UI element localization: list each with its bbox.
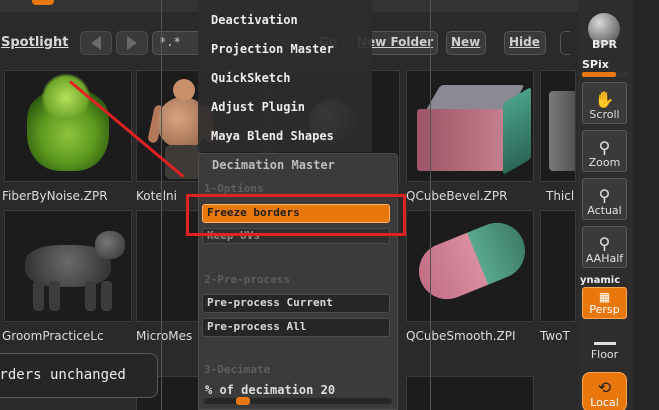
decimation-master-title[interactable]: Decimation Master [212, 158, 335, 172]
grid-icon: ▦ [598, 290, 611, 304]
decimation-slider-label: % of decimation 20 [205, 383, 336, 397]
cube-thumbnail [415, 85, 531, 177]
file-label: Thicl [546, 189, 575, 203]
spotlight-button[interactable]: Spotlight [1, 35, 69, 50]
file-tile[interactable] [406, 376, 534, 410]
dog-thumbnail [11, 231, 129, 315]
shelf-scrollbar[interactable] [633, 0, 659, 410]
divider-line [430, 0, 431, 410]
hide-button[interactable]: Hide [504, 31, 546, 55]
floor-icon [593, 342, 616, 345]
file-label: QCubeBevel.ZPR [406, 189, 508, 203]
menu-item-quicksketch[interactable]: QuickSketch [211, 71, 290, 85]
file-tile[interactable] [406, 210, 534, 322]
menu-item-deactivation[interactable]: Deactivation [211, 13, 298, 27]
preprocess-all-button[interactable]: Pre-process All [202, 318, 390, 337]
annotation-highlight-box [186, 194, 406, 236]
decimation-slider[interactable] [204, 398, 392, 404]
menu-item-maya-blend-shapes[interactable]: Maya Blend Shapes [211, 129, 334, 143]
top-orange-tab[interactable] [32, 0, 54, 5]
menu-item-adjust-plugin[interactable]: Adjust Plugin [211, 100, 305, 114]
file-label: Kotelni [136, 189, 177, 203]
file-label: GroomPracticeLc [2, 329, 104, 343]
right-arrow-icon [127, 36, 137, 50]
divider-line [161, 0, 162, 410]
file-label: MicroMes [136, 329, 193, 343]
decimation-slider-handle[interactable] [236, 397, 250, 405]
magnifier-icon: ⚲ [598, 138, 611, 157]
toolbar-edge [560, 31, 570, 55]
capsule-thumbnail [410, 214, 533, 308]
file-tile[interactable] [4, 70, 132, 182]
scroll-button[interactable]: ✋ Scroll [582, 82, 627, 124]
local-button[interactable]: ⟲ Local [582, 372, 627, 410]
spix-slider[interactable] [582, 72, 628, 77]
forward-arrow-button[interactable] [116, 31, 148, 55]
preprocess-section-label: 2-Pre-process [204, 273, 291, 286]
dynamic-label: ynamic [580, 275, 621, 286]
back-arrow-button[interactable] [80, 31, 112, 55]
persp-button[interactable]: ▦ Persp [582, 287, 627, 319]
hand-icon: ✋ [594, 90, 615, 109]
file-label: FiberByNoise.ZPR [2, 189, 108, 203]
zoom-button[interactable]: ⚲ Zoom [582, 130, 627, 172]
decimate-section-label: 3-Decimate [204, 363, 271, 376]
file-label: TwoT [540, 329, 570, 343]
menu-item-projection-master[interactable]: Projection Master [211, 42, 334, 56]
bpr-label: BPR [592, 38, 617, 51]
new-button[interactable]: New [446, 31, 486, 55]
notification-popup: orders unchanged [0, 353, 158, 398]
grass-tip [41, 73, 91, 123]
magnifier-icon: ⚲ [598, 234, 611, 253]
file-tile[interactable] [406, 70, 534, 182]
zbrush-window: Spotlight *.* Go New Folder New Hide Fib… [0, 0, 659, 410]
aahalf-button[interactable]: ⚲ AAHalf [582, 226, 627, 268]
preprocess-current-button[interactable]: Pre-process Current [202, 294, 390, 313]
file-tile[interactable] [4, 210, 132, 322]
actual-button[interactable]: ⚲ Actual [582, 178, 627, 220]
file-tile[interactable] [540, 70, 576, 182]
floor-button[interactable]: Floor [582, 333, 627, 365]
thick-thumbnail [549, 91, 575, 171]
left-arrow-icon [91, 36, 101, 50]
spix-label: SPix [582, 58, 609, 71]
magnifier-icon: ⚲ [598, 186, 611, 205]
local-transform-icon: ⟲ [597, 378, 612, 397]
file-tile[interactable] [540, 210, 576, 322]
file-label: QCubeSmooth.ZPI [406, 329, 516, 343]
